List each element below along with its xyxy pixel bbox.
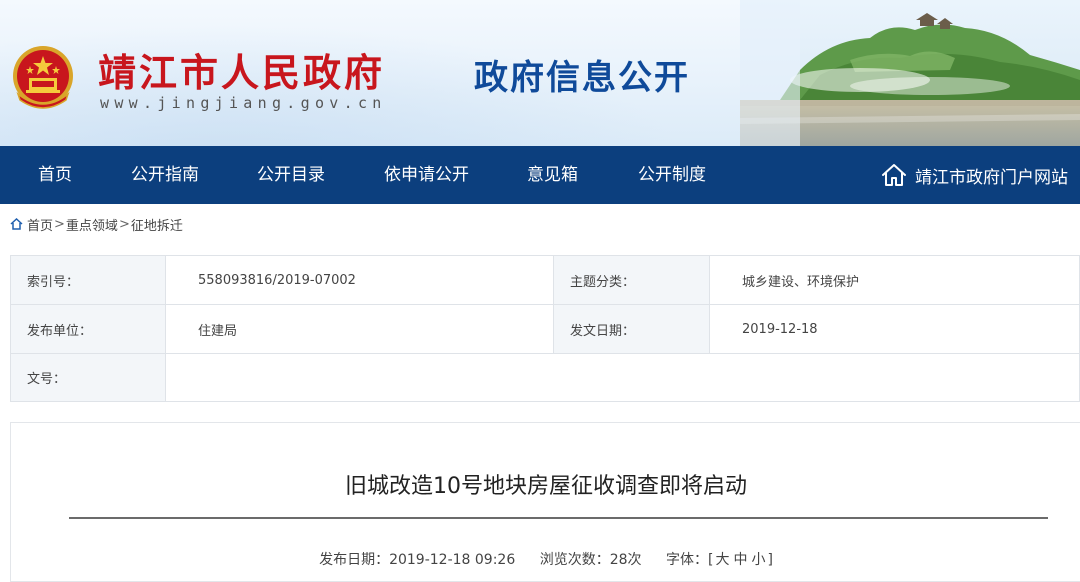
font-bracket-open: [ — [707, 552, 714, 568]
title-divider — [69, 517, 1048, 519]
portal-link[interactable]: 靖江市政府门户网站 — [881, 146, 1068, 204]
nav-item-catalog[interactable]: 公开目录 — [257, 146, 325, 204]
index-label: 索引号： — [11, 256, 166, 304]
font-medium-button[interactable]: 中 — [733, 552, 747, 568]
home-icon — [10, 218, 23, 230]
article-panel: 旧城改造10号地块房屋征收调查即将启动 发布日期：2019-12-18 09:2… — [10, 422, 1080, 582]
article-meta: 发布日期：2019-12-18 09:26 浏览次数：28次 字体：[大中小] — [11, 549, 1080, 569]
doc-number-label: 文号： — [11, 354, 166, 401]
article-title: 旧城改造10号地块房屋征收调查即将启动 — [345, 474, 747, 499]
publisher-value: 住建局 — [166, 305, 554, 353]
view-count: 浏览次数：28次 — [540, 552, 642, 568]
breadcrumb-home[interactable]: 首页 — [27, 215, 53, 234]
nav-item-feedback[interactable]: 意见箱 — [527, 146, 578, 204]
portal-title: 政府信息公开 — [474, 58, 690, 98]
font-size-control: 字体：[大中小] — [666, 552, 773, 568]
view-count-label: 浏览次数： — [539, 552, 610, 568]
publisher-label: 发布单位： — [11, 305, 166, 353]
topic-label: 主题分类： — [554, 256, 710, 304]
home-icon — [882, 164, 906, 186]
portal-link-label: 靖江市政府门户网站 — [915, 167, 1068, 188]
nav-item-home[interactable]: 首页 — [38, 146, 72, 204]
issue-date-value: 2019-12-18 — [710, 305, 1080, 353]
main-navbar: 首页 公开指南 公开目录 依申请公开 意见箱 公开制度 靖江市政府门户网站 — [0, 146, 1080, 204]
nav-item-guide[interactable]: 公开指南 — [131, 146, 199, 204]
font-size-label: 字体： — [665, 552, 708, 568]
breadcrumb: 首页 > 重点领域 > 征地拆迁 — [0, 204, 1080, 244]
view-count-value: 28次 — [609, 552, 642, 568]
font-large-button[interactable]: 大 — [715, 552, 729, 568]
site-url[interactable]: www.jingjiang.gov.cn — [100, 94, 387, 112]
nav-item-request[interactable]: 依申请公开 — [384, 146, 469, 204]
publish-date: 发布日期：2019-12-18 09:26 — [319, 552, 515, 568]
meta-row: 索引号： 558093816/2019-07002 主题分类： 城乡建设、环境保… — [11, 256, 1080, 305]
document-meta-table: 索引号： 558093816/2019-07002 主题分类： 城乡建设、环境保… — [10, 255, 1080, 402]
index-value: 558093816/2019-07002 — [166, 256, 554, 304]
site-name[interactable]: 靖江市人民政府 — [98, 42, 385, 97]
banner-landscape-image — [740, 0, 1080, 146]
breadcrumb-separator: > — [54, 216, 65, 232]
meta-row: 文号： — [11, 354, 1080, 402]
publish-date-label: 发布日期： — [319, 552, 390, 568]
font-bracket-close: ] — [767, 552, 773, 568]
nav-item-rules[interactable]: 公开制度 — [638, 146, 706, 204]
header-banner: 靖江市人民政府 www.jingjiang.gov.cn 政府信息公开 — [0, 0, 1080, 146]
issue-date-label: 发文日期： — [554, 305, 710, 353]
breadcrumb-key-areas[interactable]: 重点领域 — [66, 215, 118, 234]
doc-number-value — [166, 354, 1080, 401]
publish-date-value: 2019-12-18 09:26 — [389, 552, 516, 568]
font-small-button[interactable]: 小 — [751, 552, 765, 568]
topic-value: 城乡建设、环境保护 — [710, 256, 1080, 304]
breadcrumb-separator: > — [118, 216, 130, 232]
national-emblem-icon — [13, 46, 73, 109]
meta-row: 发布单位： 住建局 发文日期： 2019-12-18 — [11, 305, 1080, 354]
breadcrumb-land-acquisition[interactable]: 征地拆迁 — [131, 215, 183, 234]
